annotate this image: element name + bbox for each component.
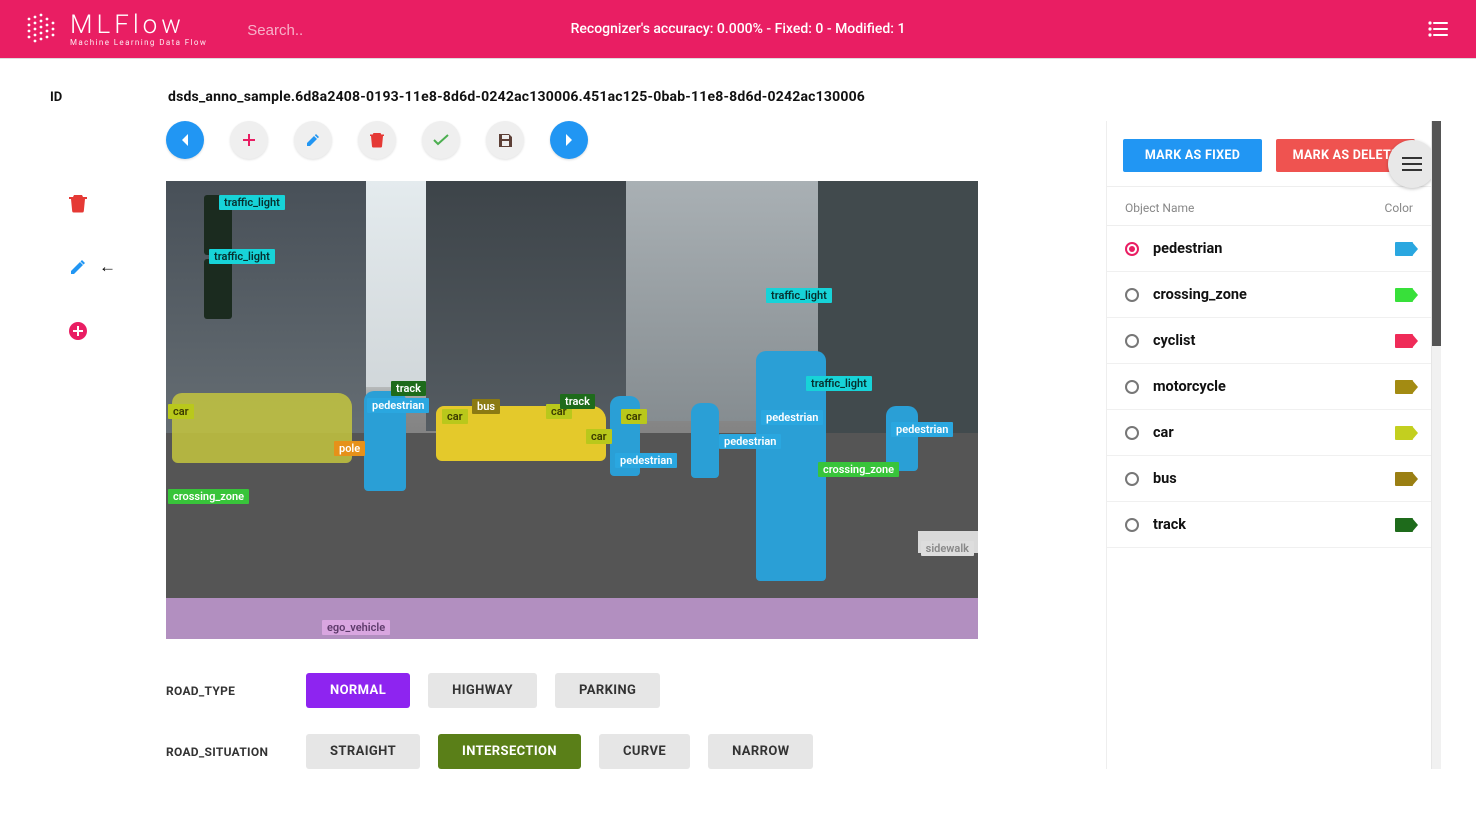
object-row-bus[interactable]: bus — [1107, 456, 1431, 502]
tag-traffic-light[interactable]: traffic_light — [806, 376, 872, 391]
tag-ego-vehicle[interactable]: ego_vehicle — [322, 620, 390, 635]
brand-name: MLFlow — [70, 12, 207, 38]
object-name: crossing_zone — [1153, 286, 1395, 303]
object-name: car — [1153, 424, 1395, 441]
road-type-normal[interactable]: NORMAL — [306, 673, 410, 708]
brand[interactable]: MLFlow Machine Learning Data Flow — [24, 11, 207, 47]
delete-button[interactable] — [358, 121, 396, 159]
tag-bus[interactable]: bus — [472, 399, 500, 414]
radio-icon[interactable] — [1125, 426, 1139, 440]
radio-icon[interactable] — [1125, 288, 1139, 302]
tag-crossing-zone[interactable]: crossing_zone — [818, 462, 899, 477]
panel-header: Object Name Color — [1107, 187, 1431, 226]
tag-traffic-light[interactable]: traffic_light — [209, 249, 275, 264]
color-swatch — [1395, 334, 1413, 348]
prev-button[interactable] — [166, 121, 204, 159]
road-situation-curve[interactable]: CURVE — [599, 734, 690, 769]
object-row-crossing_zone[interactable]: crossing_zone — [1107, 272, 1431, 318]
object-row-motorcycle[interactable]: motorcycle — [1107, 364, 1431, 410]
list-toggle-icon[interactable] — [1424, 17, 1452, 41]
radio-icon[interactable] — [1125, 242, 1139, 256]
object-name: pedestrian — [1153, 240, 1395, 257]
color-swatch — [1395, 288, 1413, 302]
color-swatch — [1395, 518, 1413, 532]
object-name: cyclist — [1153, 332, 1395, 349]
tag-pole[interactable]: pole — [334, 441, 365, 456]
road-situation-label: ROAD_SITUATION — [166, 745, 306, 759]
radio-icon[interactable] — [1125, 334, 1139, 348]
color-swatch — [1395, 380, 1413, 394]
annotation-canvas[interactable]: traffic_light traffic_light traffic_ligh… — [166, 181, 978, 639]
object-name: track — [1153, 516, 1395, 533]
header-object-name: Object Name — [1125, 201, 1385, 215]
next-button[interactable] — [550, 121, 588, 159]
color-swatch — [1395, 472, 1413, 486]
road-type-row: ROAD_TYPE NORMAL HIGHWAY PARKING — [166, 673, 1086, 708]
object-panel: MARK AS FIXED MARK AS DELETE Object Name… — [1106, 121, 1441, 769]
logo-icon — [24, 11, 60, 47]
tag-pedestrian[interactable]: pedestrian — [891, 422, 953, 437]
road-situation-straight[interactable]: STRAIGHT — [306, 734, 420, 769]
tag-car[interactable]: car — [168, 404, 194, 419]
radio-icon[interactable] — [1125, 518, 1139, 532]
delete-tool[interactable] — [64, 189, 92, 217]
approve-button[interactable] — [422, 121, 460, 159]
road-situation-intersection[interactable]: INTERSECTION — [438, 734, 581, 769]
road-type-highway[interactable]: HIGHWAY — [428, 673, 537, 708]
tag-track[interactable]: track — [560, 394, 595, 409]
radio-icon[interactable] — [1125, 380, 1139, 394]
object-row-car[interactable]: car — [1107, 410, 1431, 456]
id-row: ID dsds_anno_sample.6d8a2408-0193-11e8-8… — [0, 59, 1476, 121]
header-color: Color — [1385, 201, 1413, 215]
object-name: motorcycle — [1153, 378, 1395, 395]
side-toolbar — [50, 121, 106, 769]
road-situation-narrow[interactable]: NARROW — [708, 734, 813, 769]
tag-crossing-zone[interactable]: crossing_zone — [168, 489, 249, 504]
object-row-track[interactable]: track — [1107, 502, 1431, 548]
color-swatch — [1395, 242, 1413, 256]
tag-pedestrian[interactable]: pedestrian — [719, 434, 781, 449]
brand-tagline: Machine Learning Data Flow — [70, 39, 207, 47]
panel-scrollbar[interactable] — [1431, 121, 1441, 769]
object-row-pedestrian[interactable]: pedestrian — [1107, 226, 1431, 272]
road-type-label: ROAD_TYPE — [166, 684, 306, 698]
tag-pedestrian[interactable]: pedestrian — [615, 453, 677, 468]
tag-car[interactable]: car — [442, 409, 468, 424]
object-list: pedestrian crossing_zonecyclist motorcycle… — [1107, 226, 1431, 548]
object-name: bus — [1153, 470, 1395, 487]
panel-toggle-button[interactable] — [1388, 140, 1436, 188]
tag-traffic-light[interactable]: traffic_light — [766, 288, 832, 303]
edit-tool[interactable] — [64, 253, 92, 281]
id-label: ID — [50, 90, 168, 105]
color-swatch — [1395, 426, 1413, 440]
mark-fixed-button[interactable]: MARK AS FIXED — [1123, 139, 1262, 172]
id-value: dsds_anno_sample.6d8a2408-0193-11e8-8d6d… — [168, 89, 865, 105]
search-wrap — [247, 20, 427, 39]
radio-icon[interactable] — [1125, 472, 1139, 486]
tag-pedestrian[interactable]: pedestrian — [761, 410, 823, 425]
tag-pedestrian[interactable]: pedestrian — [367, 398, 429, 413]
tag-track[interactable]: track — [391, 381, 426, 396]
tag-car[interactable]: car — [586, 429, 612, 444]
add-tool[interactable] — [64, 317, 92, 345]
save-button[interactable] — [486, 121, 524, 159]
tag-sidewalk[interactable]: sidewalk — [921, 541, 974, 556]
action-toolbar — [166, 121, 1086, 159]
edit-button[interactable] — [294, 121, 332, 159]
topbar: MLFlow Machine Learning Data Flow Recogn… — [0, 0, 1476, 58]
tag-traffic-light[interactable]: traffic_light — [219, 195, 285, 210]
road-situation-row: ROAD_SITUATION STRAIGHT INTERSECTION CUR… — [166, 734, 1086, 769]
road-type-parking[interactable]: PARKING — [555, 673, 660, 708]
status-text: Recognizer's accuracy: 0.000% - Fixed: 0… — [571, 21, 906, 37]
search-input[interactable] — [247, 22, 427, 39]
scrollbar-thumb[interactable] — [1432, 121, 1441, 346]
object-row-cyclist[interactable]: cyclist — [1107, 318, 1431, 364]
tag-car[interactable]: car — [621, 409, 647, 424]
add-button[interactable] — [230, 121, 268, 159]
